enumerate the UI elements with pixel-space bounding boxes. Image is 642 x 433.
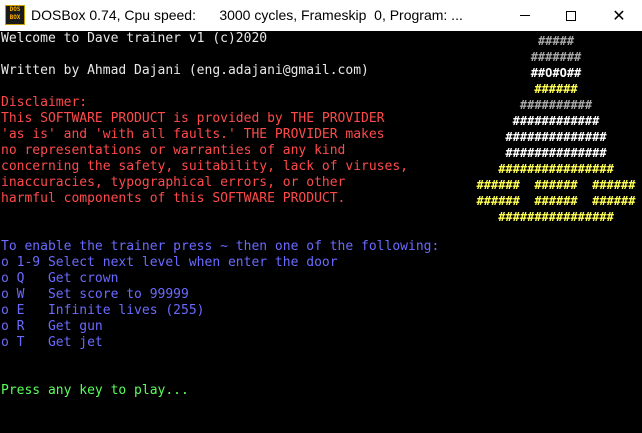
option-item: o R Get gun	[1, 319, 103, 334]
close-button[interactable]: ✕	[596, 0, 642, 31]
ascii-art-row: ###### ###### ######	[476, 178, 636, 192]
option-item: o Q Get crown	[1, 271, 119, 286]
window-title: DOSBox 0.74, Cpu speed: 3000 cycles, Fra…	[31, 7, 463, 23]
dos-console[interactable]: Welcome to Dave trainer v1 (c)2020 Writt…	[0, 31, 642, 433]
ascii-art-row: ###### ###### ######	[476, 194, 636, 208]
disclaimer-line: concerning the safety, suitability, lack…	[1, 159, 408, 174]
press-key-prompt: Press any key to play...	[1, 383, 189, 398]
option-item: o T Get jet	[1, 335, 103, 350]
ascii-art-row: ################	[498, 162, 614, 176]
option-item: o W Set score to 99999	[1, 287, 189, 302]
disclaimer-line: 'as is' and 'with all faults.' THE PROVI…	[1, 127, 385, 142]
maximize-icon	[566, 10, 576, 21]
instructions-line: To enable the trainer press ~ then one o…	[1, 239, 440, 254]
maximize-button[interactable]	[548, 0, 594, 31]
minimize-button[interactable]	[502, 0, 548, 31]
title-bar[interactable]: DOS BOX DOSBox 0.74, Cpu speed: 3000 cyc…	[0, 0, 642, 31]
app-icon-text-bottom: BOX	[9, 14, 21, 21]
author-line: Written by Ahmad Dajani (eng.adajani@gma…	[1, 63, 369, 78]
option-item: o E Infinite lives (255)	[1, 303, 205, 318]
ascii-art-row: #####	[537, 34, 575, 48]
close-icon: ✕	[612, 5, 626, 25]
disclaimer-line: This SOFTWARE PRODUCT is provided by THE…	[1, 111, 385, 126]
welcome-line: Welcome to Dave trainer v1 (c)2020	[1, 31, 268, 46]
minimize-icon	[520, 15, 530, 16]
option-item: o 1-9 Select next level when enter the d…	[1, 255, 338, 270]
dosbox-window: DOS BOX DOSBox 0.74, Cpu speed: 3000 cyc…	[0, 0, 642, 433]
disclaimer-line: no representations or warranties of any …	[1, 143, 346, 158]
disclaimer-line: inaccuracies, typographical errors, or o…	[1, 175, 346, 190]
ascii-art-row: ############	[512, 114, 600, 128]
ascii-art-row: ######	[534, 82, 578, 96]
ascii-art-row: ##########	[519, 98, 593, 112]
disclaimer-line: harmful components of this SOFTWARE PROD…	[1, 191, 346, 206]
ascii-art-row: #######	[530, 50, 582, 64]
dosbox-app-icon[interactable]: DOS BOX	[5, 5, 25, 25]
ascii-art-row: ##############	[505, 146, 607, 160]
ascii-art-row: ##O#O##	[530, 66, 582, 80]
ascii-art-row: ##############	[505, 130, 607, 144]
disclaimer-heading: Disclaimer:	[1, 95, 88, 110]
ascii-art-row: ################	[498, 210, 614, 224]
app-icon-text-top: DOS	[9, 6, 21, 13]
